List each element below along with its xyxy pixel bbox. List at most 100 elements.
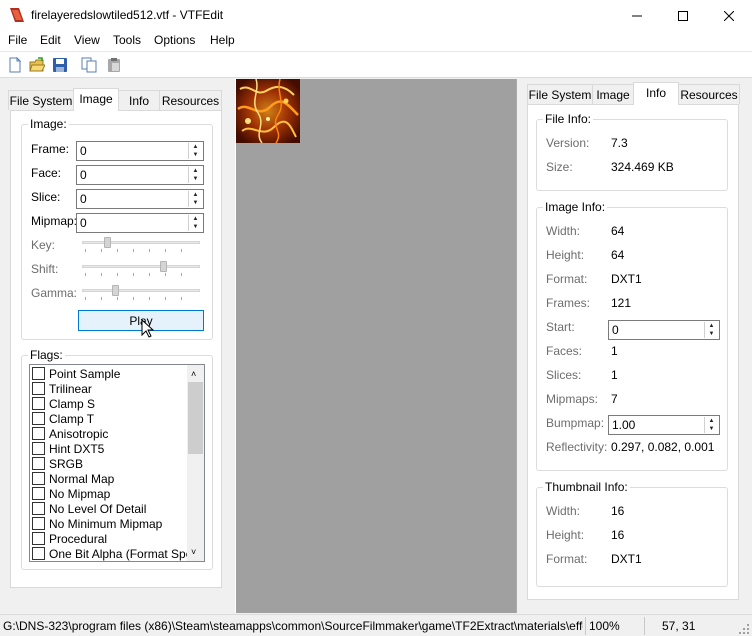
flag-label: Clamp T — [49, 411, 95, 426]
size-value: 324.469 KB — [611, 160, 674, 174]
close-button[interactable] — [706, 0, 752, 31]
menu-file[interactable]: File — [8, 33, 27, 47]
spin-up-icon[interactable]: ▲ — [189, 167, 202, 175]
spin-up-icon[interactable]: ▲ — [189, 191, 202, 199]
chevron-up-icon[interactable]: ˄ — [191, 369, 196, 379]
checkbox[interactable] — [32, 532, 45, 545]
spin-down-icon[interactable]: ▼ — [705, 330, 718, 338]
checkbox[interactable] — [32, 487, 45, 500]
thumb-width-label: Width: — [546, 504, 581, 518]
bumpmap-spin-arrows[interactable]: ▲ ▼ — [704, 417, 718, 433]
flag-item[interactable]: No Level Of Detail — [32, 501, 146, 516]
slider-thumb[interactable] — [112, 285, 119, 296]
face-spin-arrows[interactable]: ▲ ▼ — [188, 167, 202, 183]
start-value: 0 — [612, 323, 619, 337]
checkbox[interactable] — [32, 427, 45, 440]
flag-label: No Level Of Detail — [49, 501, 147, 516]
checkbox[interactable] — [32, 457, 45, 470]
flag-item[interactable]: Hint DXT5 — [32, 441, 104, 456]
copy-icon[interactable] — [81, 57, 97, 73]
minimize-button[interactable] — [614, 0, 660, 31]
shift-label: Shift: — [31, 262, 59, 276]
flag-label: Trilinear — [49, 381, 92, 396]
maximize-button[interactable] — [660, 0, 706, 31]
tab-resources[interactable]: Resources — [159, 90, 222, 110]
frame-spin-arrows[interactable]: ▲ ▼ — [188, 143, 202, 159]
menu-edit[interactable]: Edit — [40, 33, 61, 47]
texture-canvas[interactable] — [236, 79, 516, 613]
spin-down-icon[interactable]: ▼ — [705, 425, 718, 433]
flag-item[interactable]: Clamp S — [32, 396, 95, 411]
start-label: Start: — [546, 320, 575, 334]
tab-file-system[interactable]: File System — [8, 90, 74, 110]
slice-spin-arrows[interactable]: ▲ ▼ — [188, 191, 202, 207]
menu-tools[interactable]: Tools — [113, 33, 141, 47]
flag-item[interactable]: Normal Map — [32, 471, 114, 486]
scrollbar-thumb[interactable] — [188, 382, 203, 454]
checkbox[interactable] — [32, 472, 45, 485]
tab-file-system[interactable]: File System — [527, 84, 593, 104]
checkbox[interactable] — [32, 517, 45, 530]
tab-image[interactable]: Image — [592, 84, 634, 104]
checkbox[interactable] — [32, 382, 45, 395]
save-icon[interactable] — [52, 57, 68, 73]
start-spin-arrows[interactable]: ▲ ▼ — [704, 322, 718, 338]
flag-item[interactable]: Clamp T — [32, 411, 94, 426]
checkbox[interactable] — [32, 397, 45, 410]
spin-up-icon[interactable]: ▲ — [705, 417, 718, 425]
spin-up-icon[interactable]: ▲ — [189, 143, 202, 151]
size-label: Size: — [546, 160, 573, 174]
tab-info[interactable]: Info — [633, 82, 679, 105]
slice-stepper[interactable]: 0 ▲ ▼ — [76, 189, 204, 209]
spin-down-icon[interactable]: ▼ — [189, 199, 202, 207]
tab-image[interactable]: Image — [73, 88, 119, 111]
checkbox[interactable] — [32, 547, 45, 560]
slider-thumb[interactable] — [104, 237, 111, 248]
flag-item[interactable]: Trilinear — [32, 381, 92, 396]
bumpmap-stepper[interactable]: 1.00 ▲ ▼ — [608, 415, 720, 435]
checkbox[interactable] — [32, 412, 45, 425]
spin-down-icon[interactable]: ▼ — [189, 151, 202, 159]
flag-item[interactable]: SRGB — [32, 456, 83, 471]
checkbox[interactable] — [32, 367, 45, 380]
checkbox[interactable] — [32, 502, 45, 515]
flags-list[interactable]: Point Sample Trilinear Clamp S Clamp T A… — [29, 364, 205, 562]
resize-grip-icon[interactable] — [738, 623, 750, 635]
spin-up-icon[interactable]: ▲ — [189, 215, 202, 223]
slider-thumb[interactable] — [160, 261, 167, 272]
checkbox[interactable] — [32, 442, 45, 455]
flag-label: No Minimum Mipmap — [49, 516, 163, 531]
flag-item[interactable]: No Mipmap — [32, 486, 110, 501]
menu-help[interactable]: Help — [210, 33, 235, 47]
key-slider[interactable] — [82, 236, 200, 252]
face-stepper[interactable]: 0 ▲ ▼ — [76, 165, 204, 185]
spin-down-icon[interactable]: ▼ — [189, 175, 202, 183]
flag-item[interactable]: No Minimum Mipmap — [32, 516, 162, 531]
mipmap-stepper[interactable]: 0 ▲ ▼ — [76, 213, 204, 233]
frame-stepper[interactable]: 0 ▲ ▼ — [76, 141, 204, 161]
vtfedit-app-icon — [9, 7, 25, 23]
spin-up-icon[interactable]: ▲ — [705, 322, 718, 330]
flags-scrollbar[interactable]: ˄ ˅ — [187, 365, 204, 561]
flag-item[interactable]: One Bit Alpha (Format Spec — [32, 546, 198, 561]
flag-item[interactable]: Point Sample — [32, 366, 120, 381]
slices-label: Slices: — [546, 368, 582, 382]
start-stepper[interactable]: 0 ▲ ▼ — [608, 320, 720, 340]
toolbar — [0, 51, 752, 78]
height-label: Height: — [546, 248, 585, 262]
menu-view[interactable]: View — [74, 33, 100, 47]
menu-options[interactable]: Options — [154, 33, 195, 47]
tab-info[interactable]: Info — [118, 90, 160, 110]
tab-resources[interactable]: Resources — [678, 84, 740, 104]
gamma-slider[interactable] — [82, 284, 200, 300]
chevron-down-icon[interactable]: ˅ — [191, 547, 196, 557]
thumb-format-label: Format: — [546, 552, 588, 566]
new-icon[interactable] — [7, 57, 23, 73]
shift-slider[interactable] — [82, 260, 200, 276]
open-icon[interactable] — [29, 57, 45, 73]
paste-icon[interactable] — [106, 57, 122, 73]
spin-down-icon[interactable]: ▼ — [189, 223, 202, 231]
mipmap-spin-arrows[interactable]: ▲ ▼ — [188, 215, 202, 231]
flag-item[interactable]: Anisotropic — [32, 426, 108, 441]
flag-item[interactable]: Procedural — [32, 531, 107, 546]
